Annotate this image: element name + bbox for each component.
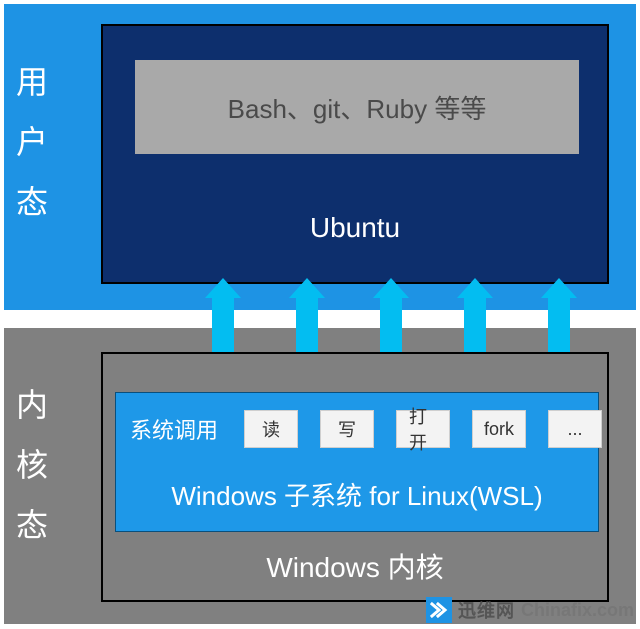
user-mode-label: 用户态 (8, 10, 52, 300)
syscall-chip-fork: fork (472, 410, 526, 448)
syscall-chip-write: 写 (320, 410, 374, 448)
watermark: 迅维网 Chinafix.com (426, 597, 634, 623)
diagram-canvas: 用户态 内核态 Bash、git、Ruby 等等 Ubuntu 系统调用 读 写… (0, 0, 640, 629)
syscall-label: 系统调用 (126, 413, 222, 445)
userland-tools-bar: Bash、git、Ruby 等等 (135, 60, 579, 154)
syscall-chip-more: ... (548, 410, 602, 448)
syscall-chip-read: 读 (244, 410, 298, 448)
wsl-box: 系统调用 读 写 打开 fork ... Windows 子系统 for Lin… (115, 392, 599, 532)
syscall-chip-open: 打开 (396, 410, 450, 448)
wsl-title: Windows 子系统 for Linux(WSL) (116, 476, 598, 513)
watermark-text-en: Chinafix.com (521, 600, 634, 621)
syscall-row: 系统调用 读 写 打开 fork ... (126, 407, 588, 451)
kernel-mode-label: 内核态 (8, 338, 52, 618)
watermark-text-cn: 迅维网 (458, 597, 515, 623)
ubuntu-box: Bash、git、Ruby 等等 Ubuntu (101, 24, 609, 284)
windows-kernel-title: Windows 内核 (103, 546, 607, 586)
watermark-logo-icon (426, 597, 452, 623)
ubuntu-label: Ubuntu (103, 212, 607, 244)
windows-kernel-box: 系统调用 读 写 打开 fork ... Windows 子系统 for Lin… (101, 352, 609, 602)
